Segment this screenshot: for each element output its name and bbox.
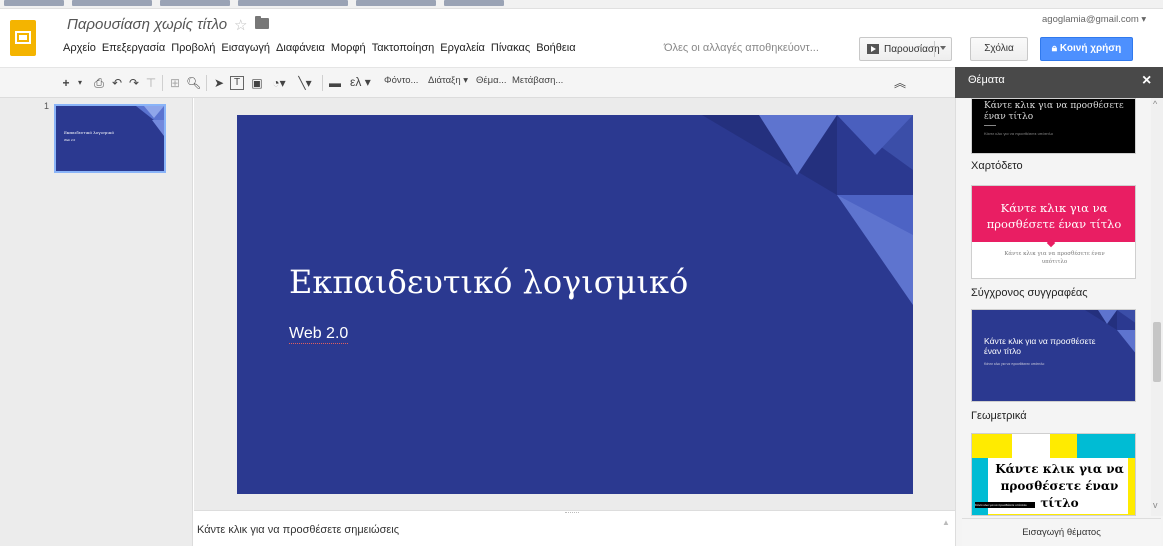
input-tools-button[interactable]: ελ ▾ — [350, 75, 371, 89]
theme-card-dark[interactable]: Κάντε κλικ για να προσθέσετε έναν τίτλο … — [971, 98, 1136, 154]
chevron-down-icon[interactable]: ▾ — [75, 74, 85, 92]
menu-help[interactable]: Βοήθεια — [533, 40, 578, 58]
comments-button[interactable]: Σχόλια — [970, 37, 1028, 61]
theme-name: Χαρτόδετο — [971, 160, 1023, 172]
document-title[interactable]: Παρουσίαση χωρίς τίτλο — [67, 16, 227, 33]
print-icon[interactable]: ⎙ — [92, 74, 106, 92]
thumb-subtitle: Web 2.0 — [64, 138, 76, 142]
bookmark-item[interactable] — [160, 0, 230, 6]
bookmark-item[interactable] — [444, 0, 504, 6]
bookmark-item[interactable] — [356, 0, 436, 6]
themes-panel-title: Θέματα — [968, 74, 1005, 86]
theme-preview-subtitle: Κάντε κλικ για να προσθέσετε υπότιτλο — [984, 362, 1045, 366]
transition-button[interactable]: Μετάβαση... — [512, 75, 563, 86]
slide-number: 1 — [44, 101, 50, 111]
theme-name: Σύγχρονος συγγραφέας — [971, 287, 1088, 299]
star-icon[interactable]: ☆ — [234, 16, 247, 34]
import-theme-button[interactable]: Εισαγωγή θέματος — [962, 518, 1161, 546]
save-status: Όλες οι αλλαγές αποθηκεύοντ... — [664, 42, 819, 54]
share-button[interactable]: 🔒︎ Κοινή χρήση — [1040, 37, 1133, 61]
menu-table[interactable]: Πίνακας — [488, 40, 533, 58]
shape-icon[interactable]: ◔▾ — [268, 74, 290, 92]
present-icon — [867, 44, 879, 54]
lock-icon: 🔒︎ — [1051, 43, 1058, 54]
present-button[interactable]: Παρουσίαση — [859, 37, 952, 61]
account-email[interactable]: agoglamia@gmail.com ▾ — [1042, 14, 1146, 25]
theme-card-binder[interactable]: Κάντε κλικ για να προσθέσετε έναν τίτλο … — [971, 185, 1136, 279]
collapse-icon[interactable]: ︽ — [893, 74, 907, 92]
slide-decoration — [702, 115, 913, 305]
background-button[interactable]: Φόντο... — [384, 75, 418, 86]
bookmarks-bar — [0, 0, 1163, 9]
theme-name: Γεωμετρικά — [971, 410, 1027, 422]
scroll-down-icon[interactable]: v — [1153, 500, 1158, 510]
bookmark-item[interactable] — [4, 0, 64, 6]
redo-icon[interactable]: ↷ — [127, 74, 141, 92]
zoom-icon[interactable]: 🔍︎ — [186, 74, 201, 92]
thumb-title: Εκπαιδευτικό λογισμικό — [64, 130, 114, 135]
slide-title[interactable]: Εκπαιδευτικό λογισμικό — [289, 263, 688, 301]
slides-logo-icon[interactable] — [10, 20, 36, 56]
image-icon[interactable]: ▣ — [250, 74, 264, 92]
menu-arrange[interactable]: Τακτοποίηση — [369, 40, 438, 58]
notes-resize-handle[interactable] — [565, 512, 579, 515]
toolbar: + ▾ ⎙ ↶ ↷ ⊤ ⊞ 🔍︎ ➤ T ▣ ◔▾ ╲▾ ▬ ελ ▾ Φόντ… — [0, 67, 955, 98]
menu-tools[interactable]: Εργαλεία — [437, 40, 488, 58]
theme-preview-title: Κάντε κλικ για να προσθέσετε έναν τίτλο — [984, 336, 1096, 356]
menu-bar: Αρχείο Επεξεργασία Προβολή Εισαγωγή Διαφ… — [60, 40, 579, 58]
theme-preview-subtitle: Κάντε κλικ για να προσθέσετε έναν υπότιτ… — [1004, 251, 1105, 265]
paint-format-icon[interactable]: ⊤ — [144, 74, 158, 92]
folder-icon[interactable] — [255, 16, 269, 29]
menu-format[interactable]: Μορφή — [328, 40, 369, 58]
bookmark-item[interactable] — [238, 0, 348, 6]
slide-canvas[interactable]: Εκπαιδευτικό λογισμικό Web 2.0 — [237, 115, 913, 494]
menu-insert[interactable]: Εισαγωγή — [218, 40, 273, 58]
menu-file[interactable]: Αρχείο — [60, 40, 99, 58]
text-box-icon[interactable]: T — [230, 76, 244, 90]
theme-card-modern-writer[interactable]: Κάντε κλικ για να προσθέσετε έναν τίτλο … — [971, 309, 1136, 402]
theme-card-geometric[interactable]: Κάντε κλικ για να προσθέσετε έναν τίτλο … — [971, 433, 1136, 516]
new-slide-icon[interactable]: + — [60, 74, 72, 92]
theme-preview-subtitle: Κάντε κλικ για να προσθέσετε υπότιτλο — [984, 131, 1053, 136]
chevron-down-icon[interactable] — [940, 46, 946, 50]
slide-thumbnail[interactable]: Εκπαιδευτικό λογισμικό Web 2.0 — [54, 104, 166, 173]
menu-edit[interactable]: Επεξεργασία — [99, 40, 168, 58]
themes-scrollbar-thumb[interactable] — [1153, 322, 1161, 382]
fit-icon[interactable]: ⊞ — [168, 74, 182, 92]
select-cursor-icon[interactable]: ➤ — [212, 74, 226, 92]
scroll-up-icon[interactable]: ▲ — [942, 518, 950, 527]
theme-preview-title: Κάντε κλικ για να προσθέσετε έναν τίτλο — [984, 101, 1124, 122]
menu-slide[interactable]: Διαφάνεια — [273, 40, 328, 58]
theme-button[interactable]: Θέμα... — [476, 75, 507, 86]
notes-placeholder[interactable]: Κάντε κλικ για να προσθέσετε σημειώσεις — [197, 524, 399, 536]
bookmark-item[interactable] — [72, 0, 152, 6]
scroll-up-icon[interactable]: ^ — [1153, 99, 1157, 109]
undo-icon[interactable]: ↶ — [110, 74, 124, 92]
layout-button[interactable]: Διάταξη ▾ — [428, 75, 468, 86]
theme-preview-subtitle: Κάντε κλικ για να προσθέσετε υπότιτλο — [975, 502, 1035, 508]
slide-subtitle[interactable]: Web 2.0 — [289, 325, 349, 344]
line-icon[interactable]: ╲▾ — [294, 74, 316, 92]
menu-view[interactable]: Προβολή — [168, 40, 218, 58]
comment-icon[interactable]: ▬ — [328, 74, 342, 92]
close-icon[interactable]: × — [1142, 72, 1151, 90]
themes-scrollbar[interactable] — [1151, 98, 1163, 516]
present-label: Παρουσίαση — [884, 43, 940, 55]
theme-preview-title: Κάντε κλικ για να προσθέσετε έναν τίτλο — [986, 201, 1122, 231]
